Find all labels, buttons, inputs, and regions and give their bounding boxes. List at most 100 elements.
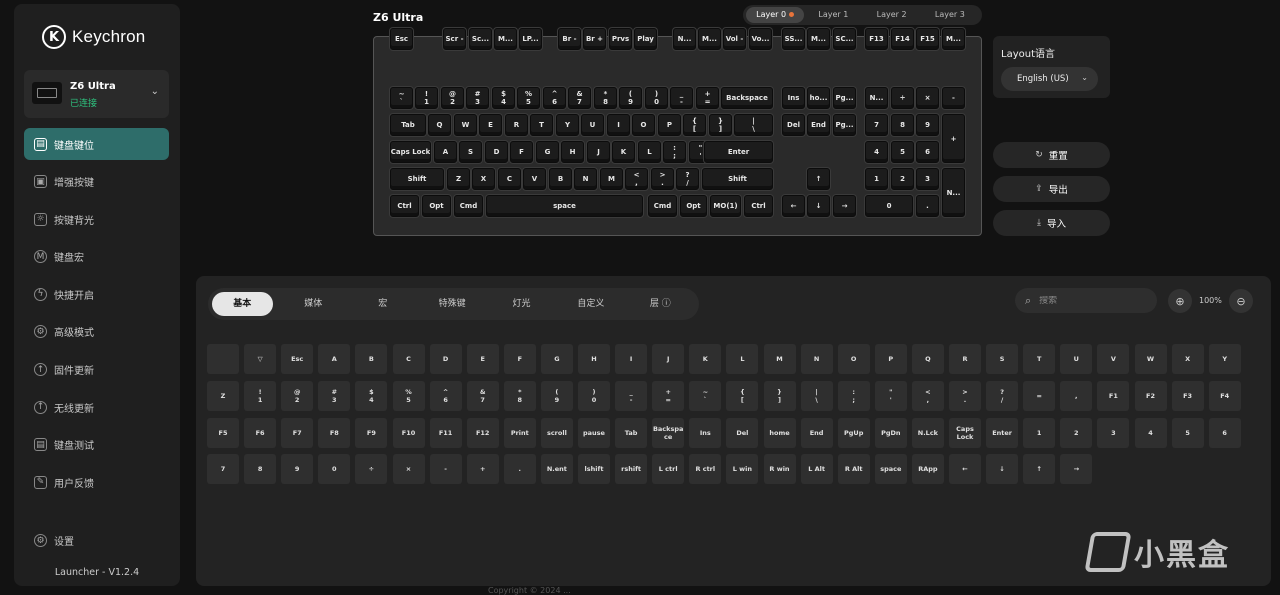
picker-key[interactable]: F11 bbox=[429, 418, 462, 448]
picker-key[interactable]: @ 2 bbox=[281, 381, 314, 411]
keyboard-key[interactable]: N bbox=[574, 168, 597, 190]
zoom-out-button[interactable]: ⊖ bbox=[1229, 289, 1253, 313]
picker-key[interactable]: U bbox=[1060, 344, 1093, 374]
picker-key[interactable]: ← bbox=[949, 454, 981, 484]
keyboard-key[interactable]: Play bbox=[634, 28, 657, 50]
picker-key[interactable]: PgDn bbox=[874, 418, 907, 448]
keyboard-key[interactable]: * 8 bbox=[594, 87, 617, 109]
tab-category-6[interactable]: 层 ⓘ bbox=[626, 292, 695, 316]
keyboard-key[interactable]: ← bbox=[782, 195, 805, 217]
keyboard-key[interactable]: T bbox=[530, 114, 553, 136]
picker-key[interactable]: N bbox=[800, 344, 833, 374]
keyboard-key[interactable]: Ins bbox=[782, 87, 805, 109]
keyboard-key[interactable]: U bbox=[581, 114, 604, 136]
keyboard-key[interactable]: - bbox=[942, 87, 965, 109]
keyboard-key[interactable]: M... bbox=[942, 28, 965, 50]
picker-key[interactable]: ? / bbox=[986, 381, 1019, 411]
keyboard-key[interactable]: . bbox=[916, 195, 939, 217]
picker-key[interactable]: Tab bbox=[615, 418, 648, 448]
keyboard-key[interactable]: : ; bbox=[663, 141, 686, 163]
keyboard-key[interactable]: 2 bbox=[891, 168, 914, 190]
keyboard-key[interactable]: × bbox=[916, 87, 939, 109]
keyboard-key[interactable]: X bbox=[472, 168, 495, 190]
keyboard-key[interactable]: # 3 bbox=[466, 87, 489, 109]
keyboard-key[interactable]: ) 0 bbox=[645, 87, 668, 109]
keyboard-key[interactable]: Cmd bbox=[648, 195, 677, 217]
keyboard-key[interactable]: F13 bbox=[865, 28, 888, 50]
keyboard-key[interactable]: End bbox=[807, 114, 830, 136]
picker-key[interactable]: F3 bbox=[1171, 381, 1204, 411]
picker-key[interactable]: A bbox=[318, 344, 351, 374]
keyboard-key[interactable]: S bbox=[459, 141, 482, 163]
picker-key[interactable]: O bbox=[837, 344, 870, 374]
keyboard-key[interactable]: B bbox=[549, 168, 572, 190]
picker-key[interactable]: Caps Lock bbox=[949, 418, 981, 448]
picker-key[interactable]: , bbox=[1060, 381, 1093, 411]
keyboard-key[interactable]: F14 bbox=[891, 28, 914, 50]
keyboard-key[interactable]: Vo... bbox=[749, 28, 772, 50]
picker-key[interactable]: 9 bbox=[281, 454, 314, 484]
keyboard-key[interactable]: M... bbox=[807, 28, 830, 50]
picker-key[interactable]: scroll bbox=[540, 418, 573, 448]
keyboard-key[interactable]: Shift bbox=[390, 168, 444, 190]
keyboard-key[interactable]: H bbox=[561, 141, 584, 163]
picker-key[interactable]: " ' bbox=[874, 381, 907, 411]
keyboard-key[interactable]: { [ bbox=[683, 114, 706, 136]
picker-key[interactable]: F7 bbox=[281, 418, 314, 448]
picker-key[interactable]: J bbox=[652, 344, 685, 374]
picker-key[interactable]: Z bbox=[207, 381, 239, 411]
keyboard-key[interactable]: Esc bbox=[390, 28, 413, 50]
reset-button[interactable]: ↻ 重置 bbox=[993, 142, 1110, 168]
keyboard-key[interactable]: N... bbox=[942, 168, 965, 217]
picker-key[interactable]: F9 bbox=[355, 418, 388, 448]
keyboard-key[interactable]: Pg... bbox=[833, 87, 856, 109]
keyboard-key[interactable]: SC... bbox=[833, 28, 856, 50]
keyboard-key[interactable]: Caps Lock bbox=[390, 141, 431, 163]
keyboard-key[interactable]: Prvs bbox=[609, 28, 632, 50]
picker-key[interactable]: RApp bbox=[911, 454, 944, 484]
keyboard-key[interactable]: < , bbox=[625, 168, 648, 190]
picker-key[interactable]: V bbox=[1097, 344, 1130, 374]
keyboard-key[interactable]: } ] bbox=[709, 114, 732, 136]
picker-key[interactable]: X bbox=[1171, 344, 1204, 374]
keyboard-key[interactable]: 7 bbox=[865, 114, 888, 136]
picker-key[interactable]: N.ent bbox=[540, 454, 573, 484]
keyboard-key[interactable]: ↑ bbox=[807, 168, 830, 190]
keyboard-key[interactable]: 0 bbox=[865, 195, 913, 217]
picker-key[interactable]: I bbox=[615, 344, 648, 374]
picker-key[interactable]: : ; bbox=[837, 381, 870, 411]
keyboard-key[interactable]: ↓ bbox=[807, 195, 830, 217]
picker-key[interactable]: F8 bbox=[318, 418, 351, 448]
keyboard-key[interactable]: Vol - bbox=[723, 28, 746, 50]
tab-layer-2[interactable]: Layer 2 bbox=[863, 7, 921, 23]
picker-key[interactable]: S bbox=[986, 344, 1019, 374]
picker-key[interactable]: * 8 bbox=[503, 381, 536, 411]
layout-language-select[interactable]: English (US) ⌄ bbox=[1001, 67, 1098, 91]
picker-key[interactable]: R ctrl bbox=[689, 454, 722, 484]
keyboard-key[interactable]: 1 bbox=[865, 168, 888, 190]
keyboard-key[interactable]: N... bbox=[673, 28, 696, 50]
picker-key[interactable]: 3 bbox=[1097, 418, 1130, 448]
picker-key[interactable]: R win bbox=[763, 454, 796, 484]
picker-key[interactable]: & 7 bbox=[466, 381, 499, 411]
picker-key[interactable]: 4 bbox=[1134, 418, 1167, 448]
sidebar-item-2[interactable]: ☼ 按键背光 bbox=[24, 203, 169, 235]
tab-category-0[interactable]: 基本 bbox=[212, 292, 273, 316]
picker-key[interactable]: P bbox=[874, 344, 907, 374]
keyboard-key[interactable]: Ctrl bbox=[744, 195, 773, 217]
keyboard-key[interactable]: Q bbox=[428, 114, 451, 136]
picker-key[interactable]: $ 4 bbox=[355, 381, 388, 411]
sidebar-item-7[interactable]: ↑ 无线更新 bbox=[24, 391, 169, 423]
picker-key[interactable]: D bbox=[429, 344, 462, 374]
picker-key[interactable]: T bbox=[1023, 344, 1056, 374]
keyboard-key[interactable]: Enter bbox=[704, 141, 773, 163]
picker-key[interactable]: End bbox=[800, 418, 833, 448]
picker-key[interactable]: ▽ bbox=[244, 344, 277, 374]
keyboard-key[interactable]: J bbox=[587, 141, 610, 163]
picker-key[interactable]: F4 bbox=[1208, 381, 1241, 411]
picker-key[interactable]: N.Lck bbox=[911, 418, 944, 448]
sidebar-item-3[interactable]: M 键盘宏 bbox=[24, 241, 169, 273]
keyboard-key[interactable]: Sc... bbox=[469, 28, 492, 50]
picker-key[interactable]: 2 bbox=[1060, 418, 1093, 448]
keyboard-key[interactable]: A bbox=[434, 141, 457, 163]
